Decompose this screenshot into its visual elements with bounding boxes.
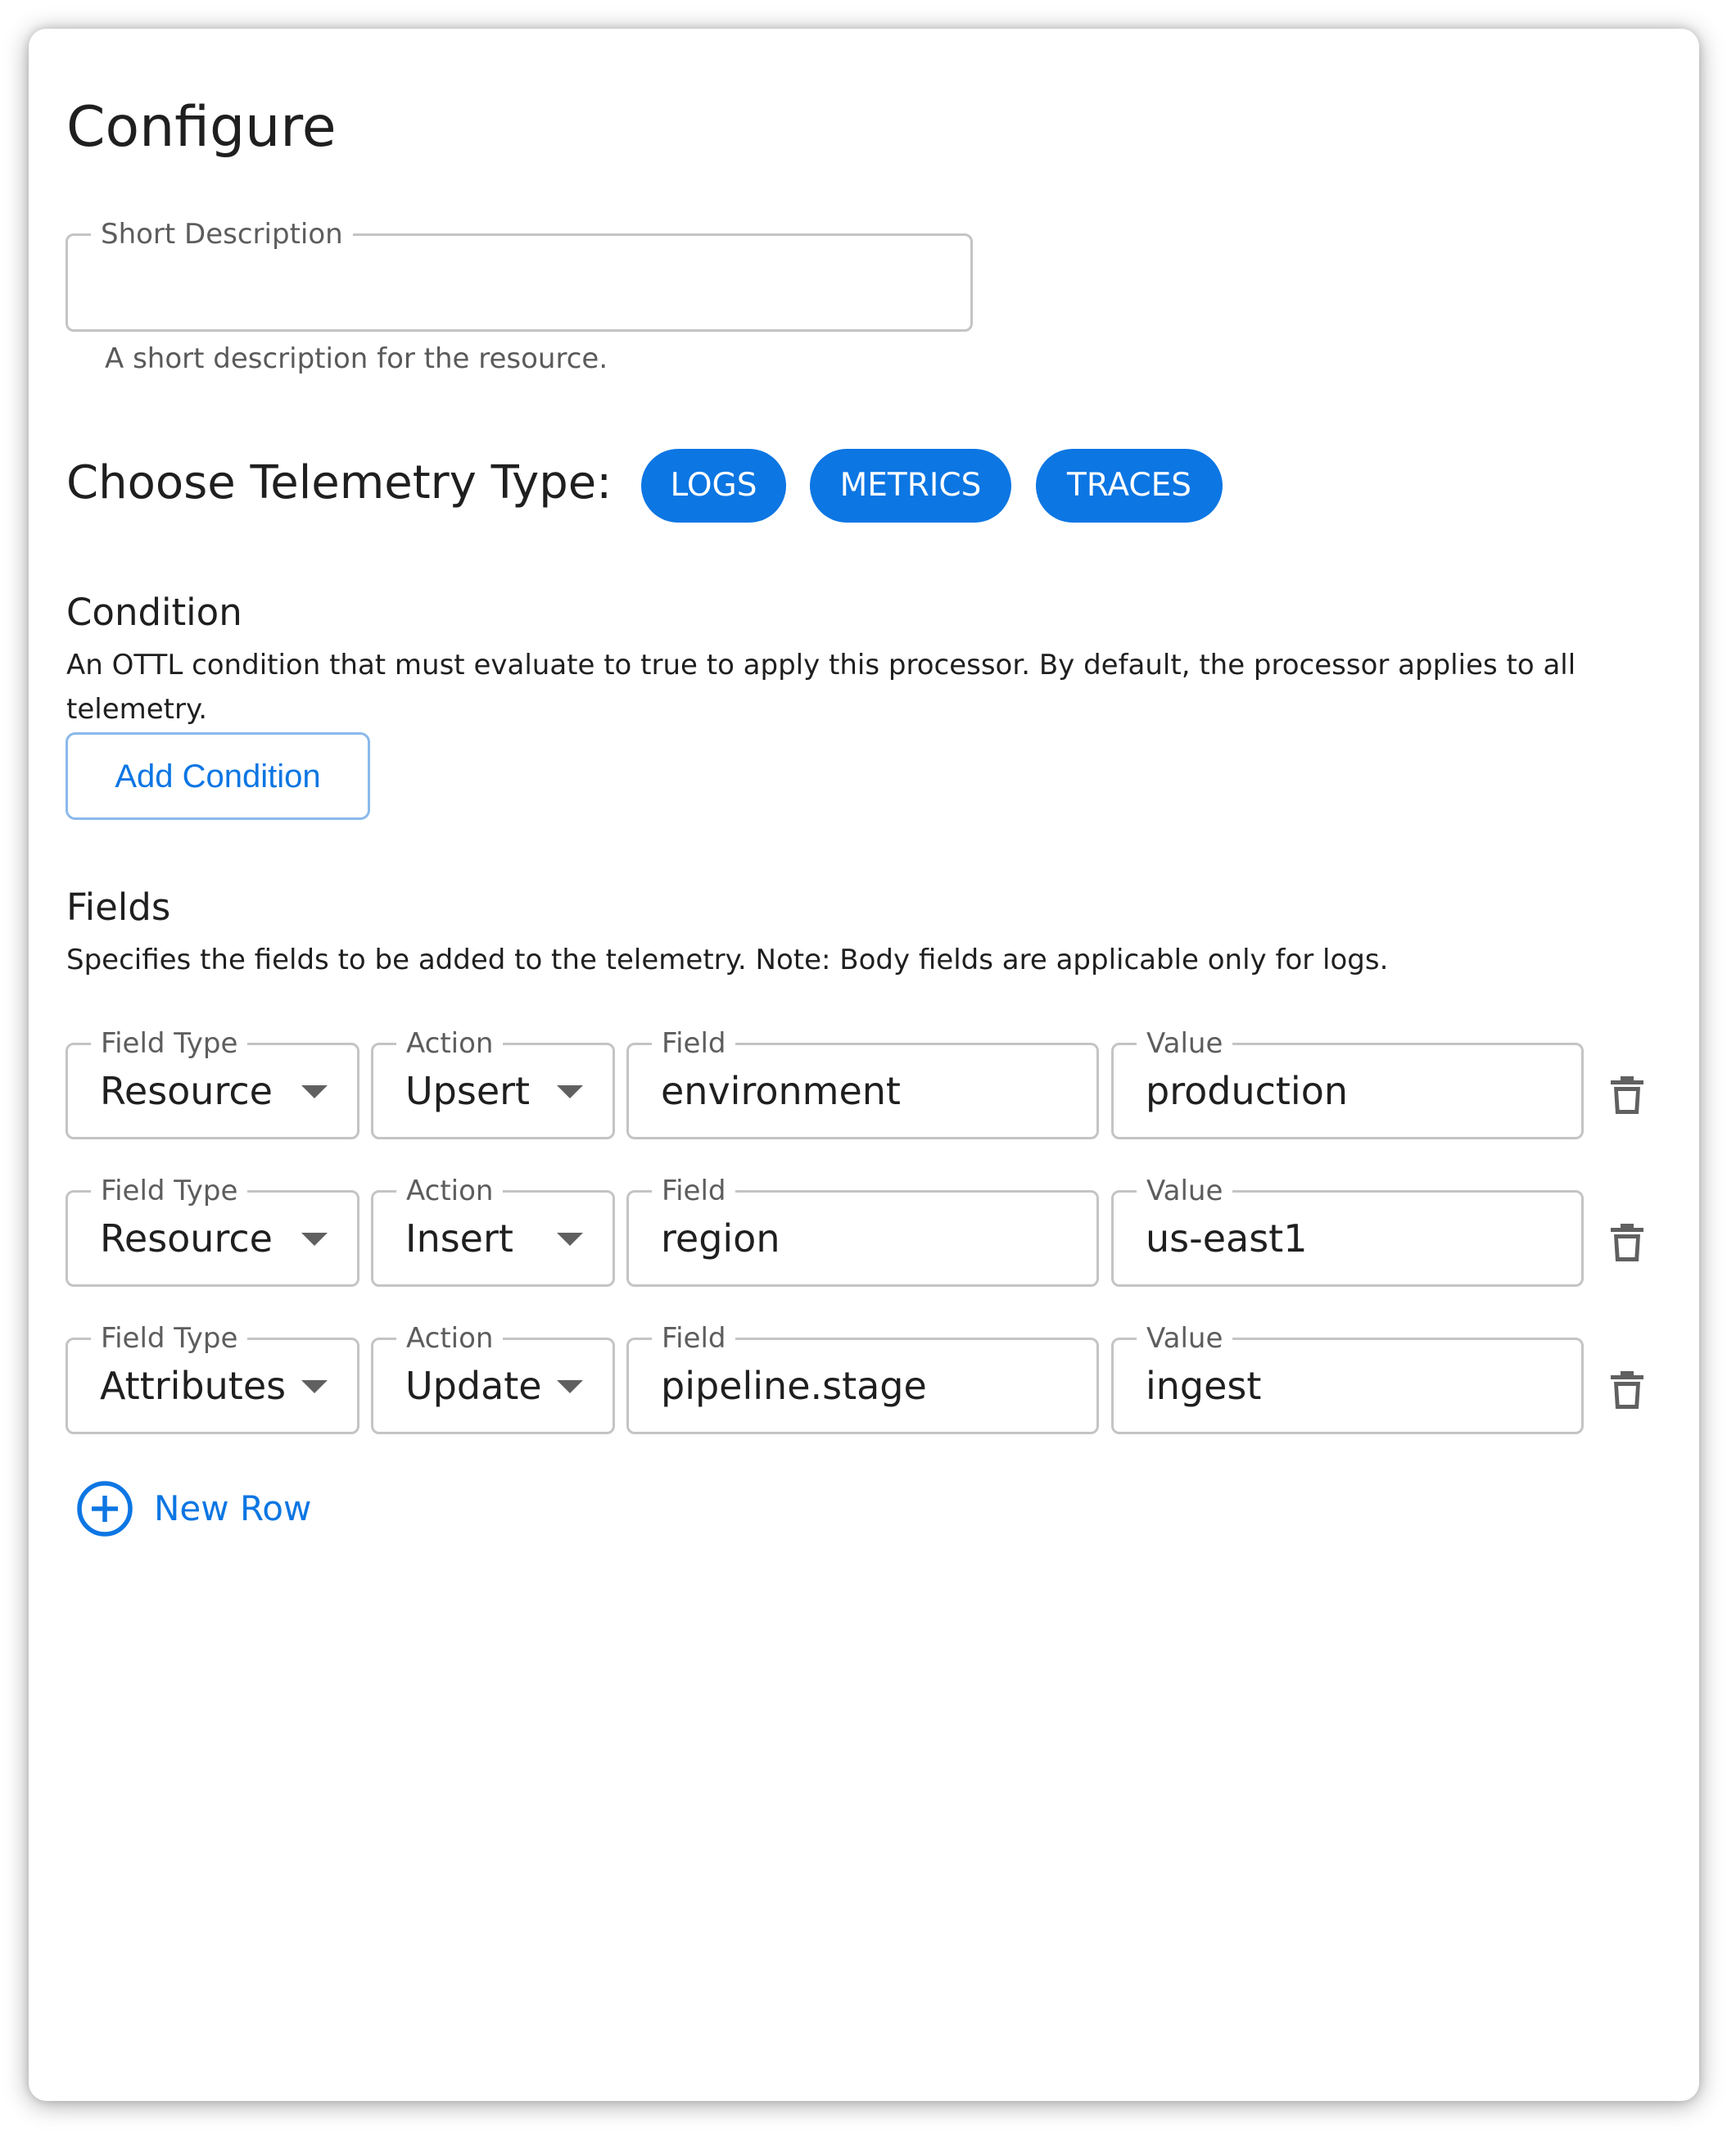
action-select[interactable]: Action Update — [371, 1322, 615, 1434]
field-input[interactable]: Field environment — [626, 1027, 1099, 1139]
field-value: pipeline.stage — [661, 1364, 927, 1408]
field-type-select[interactable]: Field Type Resource — [66, 1027, 359, 1139]
field-value: region — [661, 1216, 780, 1261]
caret-down-icon — [301, 1085, 328, 1098]
short-description-label: Short Description — [91, 218, 353, 251]
caret-down-icon — [557, 1233, 583, 1246]
fields-title: Fields — [66, 885, 171, 929]
trash-icon[interactable] — [1609, 1220, 1645, 1263]
caret-down-icon — [557, 1085, 583, 1098]
field-input[interactable]: Field region — [626, 1175, 1099, 1287]
field-value: environment — [661, 1069, 901, 1113]
condition-title: Condition — [66, 591, 242, 634]
caret-down-icon — [301, 1380, 328, 1393]
short-description-helper: A short description for the resource. — [105, 342, 608, 375]
fields-description: Specifies the fields to be added to the … — [66, 944, 1389, 976]
field-type-value: Resource — [100, 1216, 273, 1261]
action-value: Upsert — [405, 1069, 531, 1113]
chip-logs[interactable]: LOGS — [641, 449, 786, 523]
field-type-select[interactable]: Field Type Resource — [66, 1175, 359, 1287]
action-select[interactable]: Action Insert — [371, 1175, 615, 1287]
trash-icon[interactable] — [1609, 1073, 1645, 1116]
new-row-button[interactable]: New Row — [75, 1479, 311, 1538]
chip-traces[interactable]: TRACES — [1036, 449, 1223, 523]
value-value: us-east1 — [1146, 1216, 1308, 1261]
field-input[interactable]: Field pipeline.stage — [626, 1322, 1099, 1434]
caret-down-icon — [557, 1380, 583, 1393]
action-value: Insert — [405, 1216, 513, 1261]
field-type-value: Resource — [100, 1069, 273, 1113]
plus-circle-icon — [77, 1481, 133, 1537]
value-input[interactable]: Value ingest — [1111, 1322, 1584, 1434]
trash-icon[interactable] — [1609, 1368, 1645, 1410]
short-description-input[interactable]: Short Description — [66, 218, 973, 332]
value-input[interactable]: Value us-east1 — [1111, 1175, 1584, 1287]
field-type-value: Attributes — [100, 1364, 287, 1408]
action-value: Update — [405, 1364, 542, 1408]
action-select[interactable]: Action Upsert — [371, 1027, 615, 1139]
value-input[interactable]: Value production — [1111, 1027, 1584, 1139]
value-value: production — [1146, 1069, 1349, 1113]
condition-description: An OTTL condition that must evaluate to … — [66, 649, 1576, 726]
value-value: ingest — [1146, 1364, 1262, 1408]
telemetry-type-label: Choose Telemetry Type: — [66, 456, 613, 509]
chip-metrics[interactable]: METRICS — [810, 449, 1011, 523]
caret-down-icon — [301, 1233, 328, 1246]
add-condition-button[interactable]: Add Condition — [66, 732, 370, 820]
new-row-label: New Row — [154, 1488, 312, 1528]
field-type-select[interactable]: Field Type Attributes — [66, 1322, 359, 1434]
page-title: Configure — [66, 95, 337, 160]
